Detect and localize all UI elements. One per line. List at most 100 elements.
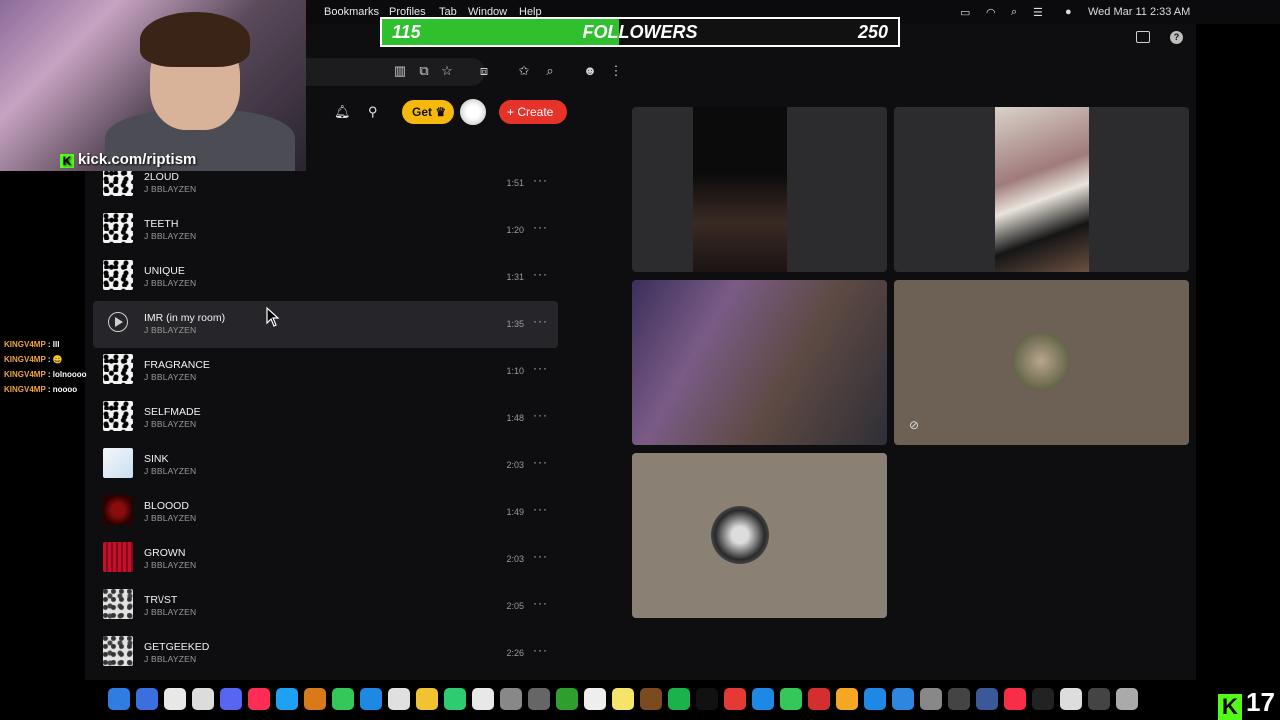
more-menu-icon[interactable]: ⋮ — [609, 64, 623, 78]
screen-share-icon[interactable]: ⧉ — [417, 64, 431, 78]
track-artist[interactable]: J BBLAYZEN — [144, 607, 196, 617]
more-options-icon[interactable]: ··· — [533, 549, 548, 563]
search-icon[interactable]: ⚲ — [368, 104, 384, 120]
track-thumbnail[interactable] — [103, 213, 133, 243]
favorites-icon[interactable]: ✩ — [517, 64, 531, 78]
track-row[interactable]: UNIQUE J BBLAYZEN 1:31 ··· — [93, 254, 558, 301]
bookmark-star-icon[interactable]: ☆ — [440, 64, 454, 78]
control-center-icon[interactable]: ☰ — [1033, 6, 1043, 19]
track-title[interactable]: UNIQUE — [144, 265, 185, 277]
track-row[interactable]: IMR (in my room) J BBLAYZEN 1:35 ··· — [93, 301, 558, 348]
track-title[interactable]: SELFMADE — [144, 406, 201, 418]
track-artist[interactable]: J BBLAYZEN — [144, 466, 196, 476]
call-participant-tile[interactable] — [632, 453, 887, 618]
track-artist[interactable]: J BBLAYZEN — [144, 654, 196, 664]
more-options-icon[interactable]: ··· — [533, 408, 548, 422]
spotlight-search-icon[interactable]: ⌕ — [1011, 6, 1017, 19]
track-thumbnail[interactable] — [103, 589, 133, 619]
dock-app-icon[interactable] — [1116, 688, 1138, 710]
track-title[interactable]: BLOOOD — [144, 500, 189, 512]
track-thumbnail[interactable] — [103, 260, 133, 290]
track-title[interactable]: TR\/ST — [144, 594, 177, 606]
dock-app-icon[interactable] — [1032, 688, 1054, 710]
dock-app-icon[interactable] — [724, 688, 746, 710]
account-avatar[interactable] — [460, 99, 486, 125]
track-artist[interactable]: J BBLAYZEN — [144, 231, 196, 241]
track-artist[interactable]: J BBLAYZEN — [144, 184, 196, 194]
dock-app-icon[interactable] — [108, 688, 130, 710]
dock-app-icon[interactable] — [332, 688, 354, 710]
dock-app-icon[interactable] — [976, 688, 998, 710]
dock-app-icon[interactable] — [388, 688, 410, 710]
dock-app-icon[interactable] — [556, 688, 578, 710]
track-row[interactable]: BLOOOD J BBLAYZEN 1:49 ··· — [93, 489, 558, 536]
menu-bar-clock[interactable]: Wed Mar 11 2:33 AM — [1088, 6, 1190, 18]
track-row[interactable]: TEETH J BBLAYZEN 1:20 ··· — [93, 207, 558, 254]
dock-app-icon[interactable] — [640, 688, 662, 710]
more-options-icon[interactable]: ··· — [533, 314, 548, 328]
siri-icon[interactable]: ● — [1065, 6, 1072, 18]
track-row[interactable]: GROWN J BBLAYZEN 2:03 ··· — [93, 536, 558, 583]
track-thumbnail[interactable] — [103, 401, 133, 431]
track-title[interactable]: GROWN — [144, 547, 185, 559]
dock-app-icon[interactable] — [836, 688, 858, 710]
wifi-icon[interactable]: ◠ — [986, 6, 996, 19]
dock-app-icon[interactable] — [192, 688, 214, 710]
more-options-icon[interactable]: ··· — [533, 173, 548, 187]
dock-app-icon[interactable] — [584, 688, 606, 710]
more-options-icon[interactable]: ··· — [533, 455, 548, 469]
more-options-icon[interactable]: ··· — [533, 220, 548, 234]
dock-app-icon[interactable] — [864, 688, 886, 710]
track-thumbnail[interactable] — [103, 354, 133, 384]
play-icon[interactable] — [108, 312, 128, 332]
dock-app-icon[interactable] — [528, 688, 550, 710]
track-artist[interactable]: J BBLAYZEN — [144, 560, 196, 570]
dock-app-icon[interactable] — [164, 688, 186, 710]
track-row[interactable]: SELFMADE J BBLAYZEN 1:48 ··· — [93, 395, 558, 442]
dock-app-icon[interactable] — [360, 688, 382, 710]
track-row[interactable]: SINK J BBLAYZEN 2:03 ··· — [93, 442, 558, 489]
profile-icon[interactable]: ☻ — [583, 64, 597, 78]
tab-search-icon[interactable]: ⌕ — [543, 64, 557, 78]
dock-app-icon[interactable] — [1060, 688, 1082, 710]
create-button[interactable]: + Create — [499, 100, 567, 124]
track-artist[interactable]: J BBLAYZEN — [144, 278, 196, 288]
dock-app-icon[interactable] — [920, 688, 942, 710]
dock-app-icon[interactable] — [220, 688, 242, 710]
track-artist[interactable]: J BBLAYZEN — [144, 372, 196, 382]
call-participant-tile-self[interactable] — [632, 280, 887, 445]
track-artist[interactable]: J BBLAYZEN — [144, 325, 196, 335]
dock-app-icon[interactable] — [276, 688, 298, 710]
dock-app-icon[interactable] — [416, 688, 438, 710]
dock-app-icon[interactable] — [1004, 688, 1026, 710]
track-thumbnail[interactable] — [103, 495, 133, 525]
more-options-icon[interactable]: ··· — [533, 267, 548, 281]
track-row[interactable]: GETGEEKED J BBLAYZEN 2:26 ··· — [93, 630, 558, 677]
more-options-icon[interactable]: ··· — [533, 361, 548, 375]
more-options-icon[interactable]: ··· — [533, 596, 548, 610]
track-artist[interactable]: J BBLAYZEN — [144, 419, 196, 429]
dock-app-icon[interactable] — [780, 688, 802, 710]
track-artist[interactable]: J BBLAYZEN — [144, 513, 196, 523]
dock-app-icon[interactable] — [752, 688, 774, 710]
track-thumbnail[interactable] — [103, 542, 133, 572]
call-participant-tile[interactable] — [894, 107, 1189, 272]
dock-app-icon[interactable] — [248, 688, 270, 710]
sidebar-icon[interactable]: ▥ — [393, 64, 407, 78]
dock-app-icon[interactable] — [948, 688, 970, 710]
call-participant-tile[interactable] — [632, 107, 887, 272]
dock-app-icon[interactable] — [696, 688, 718, 710]
dock-app-icon[interactable] — [500, 688, 522, 710]
track-title[interactable]: FRAGRANCE — [144, 359, 210, 371]
dock-app-icon[interactable] — [444, 688, 466, 710]
dock-app-icon[interactable] — [892, 688, 914, 710]
dock-app-icon[interactable] — [472, 688, 494, 710]
battery-icon[interactable]: ▭ — [960, 6, 970, 19]
track-title[interactable]: GETGEEKED — [144, 641, 209, 653]
more-options-icon[interactable]: ··· — [533, 643, 548, 657]
track-title[interactable]: 2LOUD — [144, 171, 179, 183]
track-thumbnail[interactable] — [103, 448, 133, 478]
dock-app-icon[interactable] — [1088, 688, 1110, 710]
extensions-icon[interactable]: ⧈ — [477, 64, 491, 78]
menu-bookmarks[interactable]: Bookmarks — [324, 6, 379, 18]
